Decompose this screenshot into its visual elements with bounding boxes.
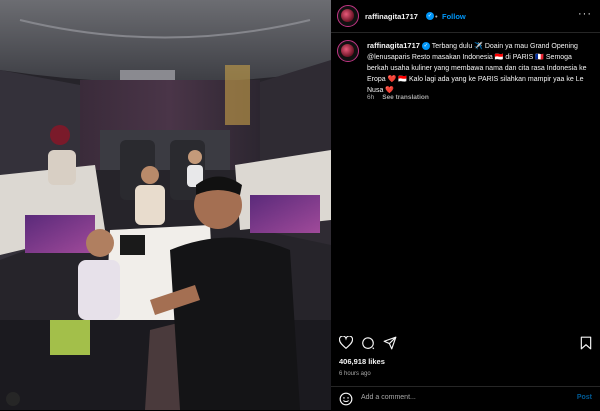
caption-age: 6h (367, 94, 375, 101)
author-username[interactable]: raffinagita1717 (365, 12, 418, 21)
emoji-icon[interactable] (339, 392, 353, 406)
see-translation-link[interactable]: See translation (382, 94, 429, 101)
caption: raffinagita1717 ✓ Terbang dulu ✈️ Doain y… (367, 40, 592, 96)
post-details-panel: raffinagita1717 ✓ • Follow ··· raffinagi… (331, 0, 600, 410)
caption-username[interactable]: raffinagita1717 (367, 41, 420, 50)
author-avatar[interactable] (337, 5, 359, 27)
verified-badge-icon: ✓ (426, 12, 434, 20)
separator-dot: • (435, 12, 438, 21)
posted-time[interactable]: 6 hours ago (339, 371, 371, 377)
post-comment-button[interactable]: Post (577, 394, 592, 401)
follow-button[interactable]: Follow (442, 12, 466, 21)
post-image[interactable] (0, 0, 331, 410)
verified-badge-icon: ✓ (421, 42, 430, 51)
bookmark-icon[interactable] (580, 336, 592, 350)
more-options-icon[interactable]: ··· (578, 8, 592, 20)
comment-input[interactable]: Add a comment... (361, 394, 416, 401)
likes-count[interactable]: 406,918 likes (339, 357, 385, 366)
comment-bar: Add a comment... Post (331, 386, 600, 411)
tagged-users-icon[interactable] (6, 392, 20, 406)
heart-icon[interactable] (339, 336, 353, 349)
post-header: raffinagita1717 ✓ • Follow ··· (331, 0, 600, 33)
caption-author-avatar[interactable] (337, 40, 359, 62)
cabin-photo (0, 0, 331, 410)
caption-text: Terbang dulu ✈️ Doain ya mau Grand Openi… (367, 43, 587, 94)
share-icon[interactable] (383, 336, 397, 350)
comment-icon[interactable] (361, 336, 375, 350)
action-bar (331, 330, 600, 350)
caption-meta: 6h See translation (367, 94, 429, 101)
